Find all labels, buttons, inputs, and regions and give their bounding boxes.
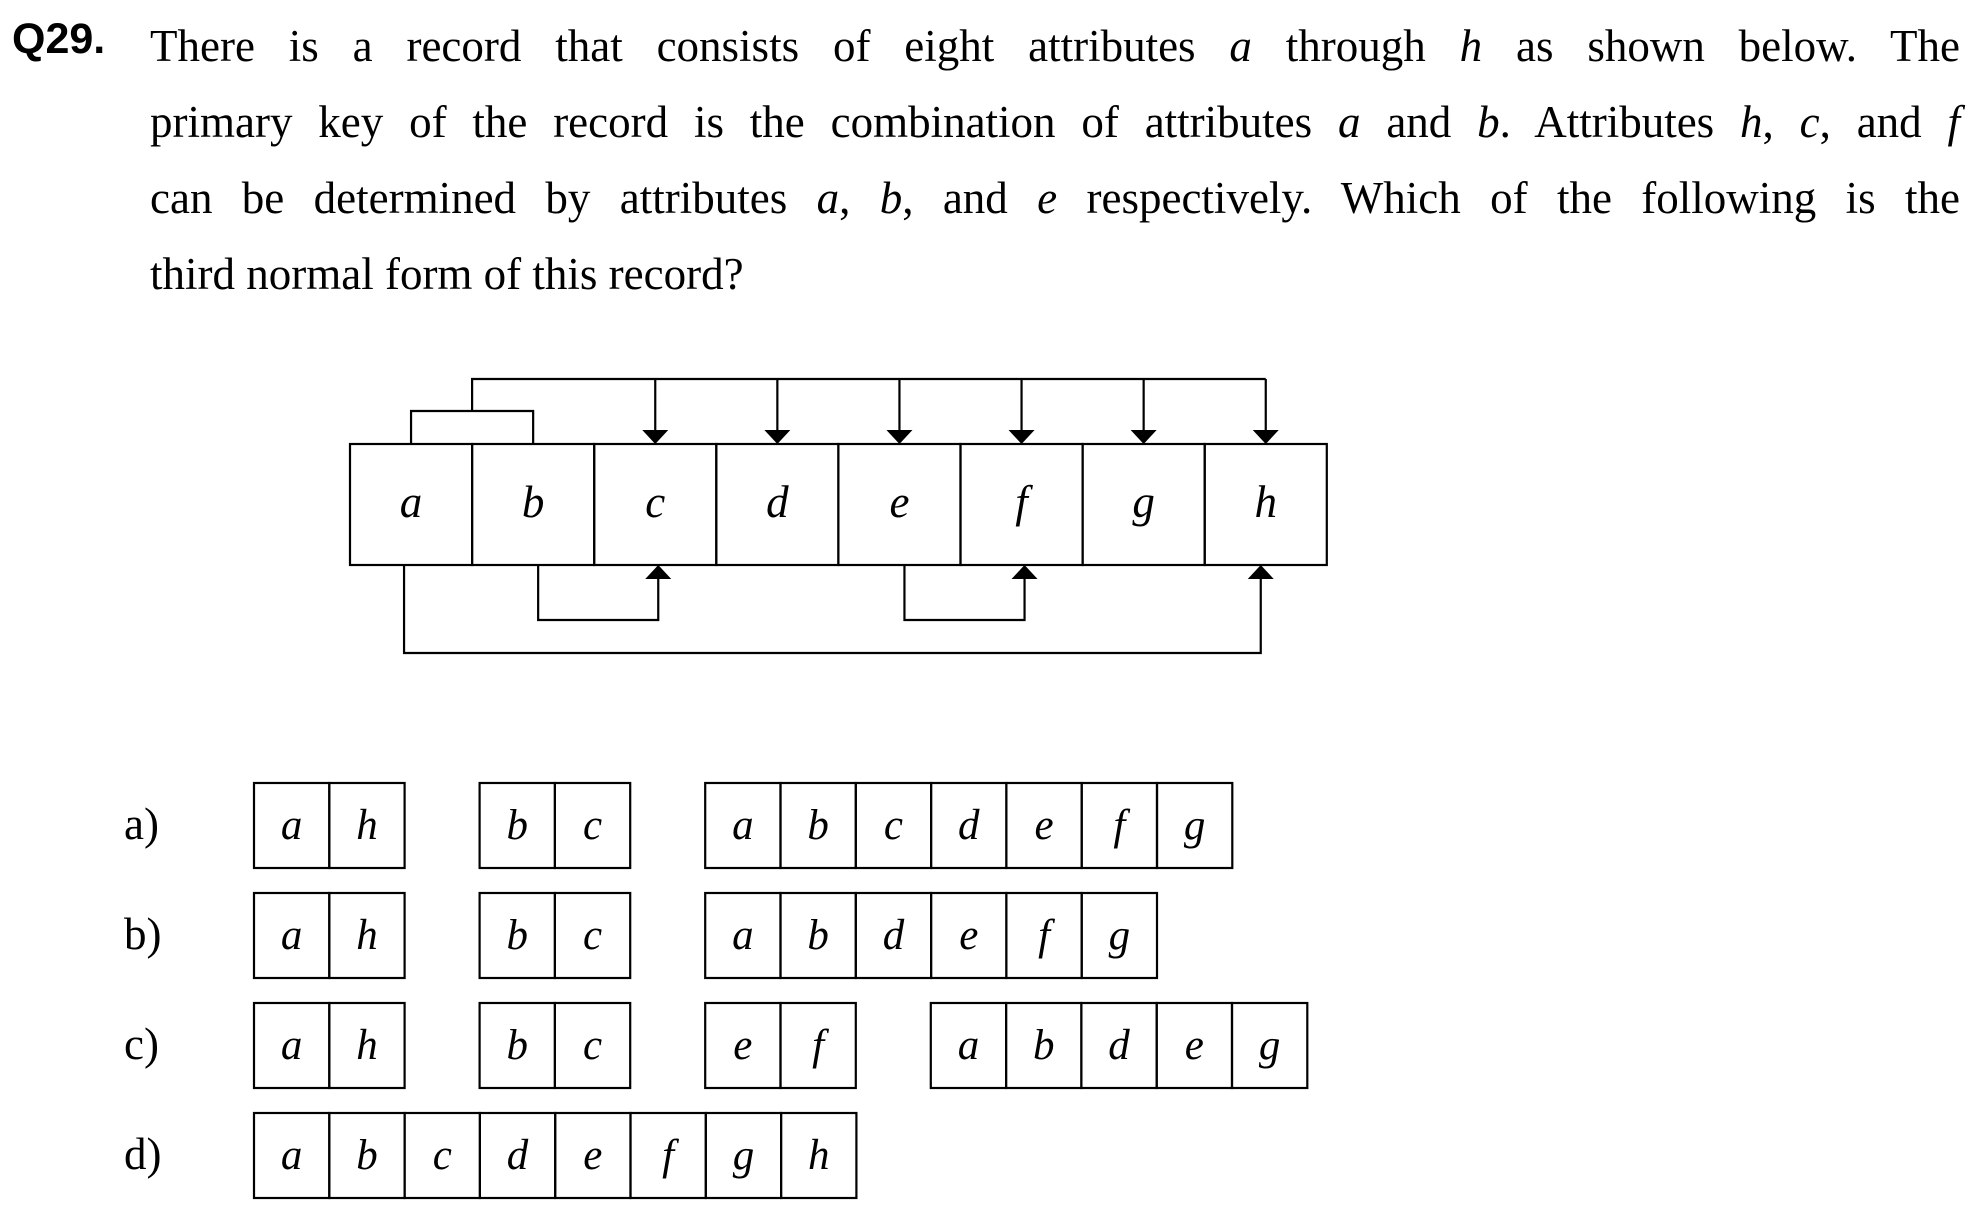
relation-table: a b c d e f g h: [252, 1111, 858, 1200]
attribute-label: c: [645, 477, 665, 527]
arrow-up-icon: [645, 565, 672, 579]
primary-key-bracket: [409, 409, 535, 444]
attribute-label: g: [1132, 477, 1155, 527]
table-cell-label: h: [808, 1132, 830, 1179]
relation-table: abdefg: [704, 891, 1159, 980]
arrow-down-icon: [642, 430, 669, 444]
choice-label: b): [124, 909, 162, 959]
table-cell-label: b: [807, 912, 829, 959]
choice-label: c): [124, 1019, 159, 1069]
table-cell-label: c: [583, 1022, 602, 1069]
choice-option[interactable]: c) a h b c e f a b d e g: [124, 1001, 1309, 1090]
arrow-up-icon: [1011, 565, 1038, 579]
table-cell-label: a: [281, 802, 303, 849]
full-dependency-line: [471, 377, 1266, 411]
choice-option[interactable]: d) a b c d e f g h: [124, 1111, 858, 1200]
arrow-down-icon: [1008, 430, 1035, 444]
table-cell-label: h: [356, 1022, 378, 1069]
table-cell-label: a: [732, 802, 754, 849]
table-cell-label: b: [507, 1022, 529, 1069]
table-cell-label: e: [583, 1132, 602, 1179]
relation-table: ef: [704, 1001, 857, 1090]
table-cell-label: e: [959, 912, 978, 959]
choice-label: d): [124, 1129, 162, 1179]
table-cell-label: f: [1038, 912, 1055, 959]
arrow-down-icon: [764, 430, 791, 444]
table-cell-label: c: [583, 912, 602, 959]
table-cell-label: b: [507, 802, 529, 849]
table-cell-label: e: [733, 1022, 752, 1069]
table-cell-label: d: [507, 1132, 529, 1179]
partial-dependency-line: [537, 565, 660, 622]
partial-dependency-line: [402, 565, 1262, 655]
table-cell-label: e: [1035, 802, 1054, 849]
choice-option[interactable]: a) a h b c a b c d e f g: [124, 781, 1234, 870]
attribute-label: h: [1255, 477, 1278, 527]
table-cell-label: f: [662, 1132, 679, 1179]
attribute-label: f: [1015, 477, 1033, 527]
choice-option[interactable]: b) a h b c a b d e f g: [124, 891, 1159, 980]
relation-table: bc: [478, 1001, 632, 1090]
table-cell-label: a: [281, 1022, 303, 1069]
table-cell-label: e: [1185, 1022, 1204, 1069]
table-cell-label: g: [733, 1132, 755, 1179]
relation-table: bc: [478, 781, 632, 870]
table-cell-label: d: [883, 912, 905, 959]
table-cell-label: h: [356, 802, 378, 849]
table-cell-label: d: [1108, 1022, 1130, 1069]
arrow-down-icon: [1252, 430, 1279, 444]
table-cell-label: c: [884, 802, 903, 849]
attribute-label: b: [522, 477, 545, 527]
table-cell-label: a: [732, 912, 754, 959]
table-cell-label: b: [1033, 1022, 1055, 1069]
partial-dependency-line: [903, 565, 1026, 622]
table-cell-label: g: [1184, 802, 1206, 849]
table-cell-label: b: [507, 912, 529, 959]
table-cell-label: b: [356, 1132, 378, 1179]
relation-table: a b c d e f g: [704, 781, 1234, 870]
table-cell-label: c: [583, 802, 602, 849]
table-cell-label: a: [281, 912, 303, 959]
table-cell-label: f: [1113, 802, 1130, 849]
table-cell-label: g: [1259, 1022, 1281, 1069]
relation-table: ah: [252, 891, 406, 980]
relation-table: ah: [252, 781, 406, 870]
table-cell-label: c: [433, 1132, 452, 1179]
attribute-label: e: [889, 477, 909, 527]
choice-label: a): [124, 799, 159, 849]
table-cell-label: g: [1109, 912, 1131, 959]
table-cell-label: h: [356, 912, 378, 959]
figure-canvas: abcdefgh a) a h b c a b c d e f gb) a h b c a b d e f gc) a h b c…: [124, 377, 1328, 1200]
attribute-label: d: [766, 477, 789, 527]
relation-table: bc: [478, 891, 632, 980]
arrow-down-icon: [1130, 430, 1157, 444]
table-cell-label: f: [812, 1022, 829, 1069]
table-cell-label: a: [958, 1022, 980, 1069]
table-cell-label: a: [281, 1132, 303, 1179]
dependency-diagram: a b c d e f g h: [348, 377, 1328, 655]
table-cell-label: d: [958, 802, 980, 849]
answer-choices: a) a h b c a b c d e f gb) a h b c a b d e f gc) a h b c e f a b d e gd)…: [124, 781, 1309, 1200]
relation-table: ah: [252, 1001, 406, 1090]
table-cell-label: b: [807, 802, 829, 849]
arrow-up-icon: [1247, 565, 1274, 579]
attribute-label: a: [400, 477, 423, 527]
relation-table: abdeg: [929, 1001, 1309, 1090]
arrow-down-icon: [886, 430, 913, 444]
